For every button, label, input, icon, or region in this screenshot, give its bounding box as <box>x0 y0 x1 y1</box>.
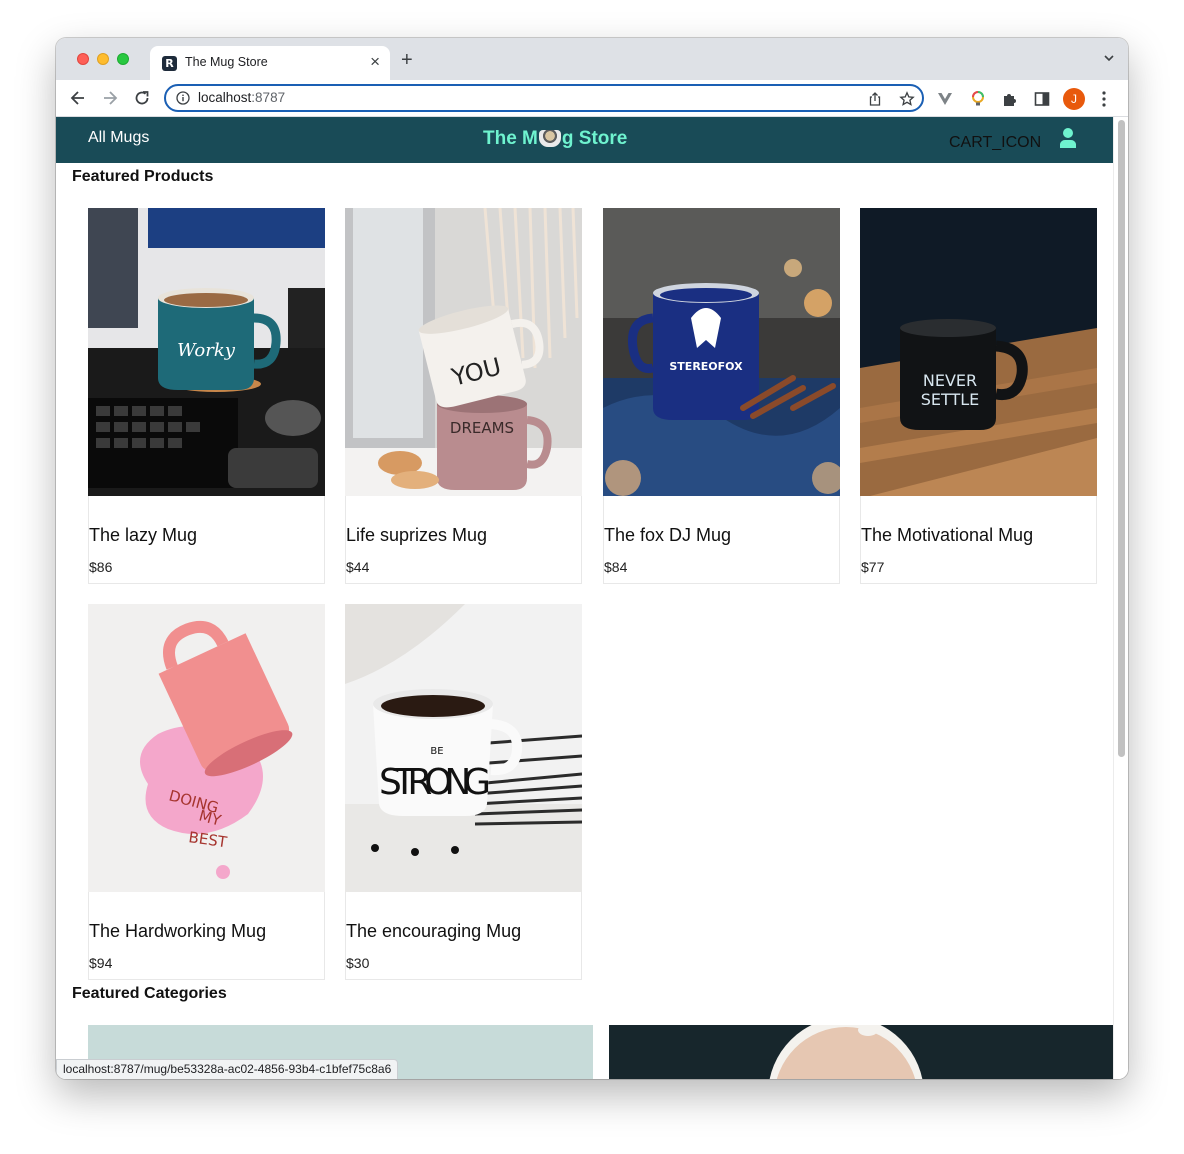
address-bar[interactable]: localhost:8787 <box>164 84 924 112</box>
site-logo[interactable]: The M g Store <box>483 128 627 150</box>
brand-text-end: g Store <box>561 128 628 149</box>
forward-arrow-icon[interactable] <box>100 88 120 108</box>
url-text[interactable]: localhost:8787 <box>198 90 285 105</box>
site-info-icon[interactable] <box>176 91 190 105</box>
mug-emoji-icon <box>538 130 561 147</box>
cart-link[interactable]: CART_ICON <box>949 134 1041 152</box>
user-icon[interactable] <box>1059 127 1077 149</box>
svg-text:BE: BE <box>430 746 443 757</box>
profile-avatar[interactable]: J <box>1063 88 1085 110</box>
side-panel-icon[interactable] <box>1033 90 1051 108</box>
product-name[interactable]: The encouraging Mug <box>346 921 521 942</box>
scrollbar-thumb[interactable] <box>1118 120 1125 757</box>
back-arrow-icon[interactable] <box>68 88 88 108</box>
new-tab-button[interactable]: + <box>401 50 413 70</box>
product-card[interactable]: DOING MY BEST The Hardworking Mug $94 <box>88 604 325 980</box>
spilled-pink-mug-photo[interactable]: DOING MY BEST <box>88 604 325 892</box>
minimize-window-button[interactable] <box>97 53 109 65</box>
black-mug-on-wood-photo[interactable]: NEVER SETTLE <box>860 208 1097 496</box>
page-scrollbar[interactable] <box>1113 117 1128 1079</box>
tab-the-mug-store[interactable]: R The Mug Store × <box>150 46 390 80</box>
svg-text:STRONG: STRONG <box>379 762 491 803</box>
tab-title: The Mug Store <box>185 55 268 69</box>
svg-text:DREAMS: DREAMS <box>450 419 514 437</box>
extensions-puzzle-icon[interactable] <box>1001 90 1019 108</box>
product-card[interactable]: BE STRONG The encouraging Mug $30 <box>345 604 582 980</box>
product-price: $44 <box>346 559 370 575</box>
site-header: All Mugs The M g Store CART_ICON <box>56 117 1113 163</box>
svg-text:NEVER: NEVER <box>923 371 977 390</box>
featured-products-title: Featured Products <box>72 168 214 185</box>
svg-text:STEREOFOX: STEREOFOX <box>669 360 743 373</box>
product-price: $30 <box>346 955 370 971</box>
vuetify-extension-icon[interactable] <box>936 90 954 108</box>
browser-menu-icon[interactable] <box>1102 89 1106 109</box>
favicon-icon: R <box>162 56 177 71</box>
product-card[interactable]: YOU DREAMS Life suprizes Mug $44 <box>345 208 582 584</box>
product-name[interactable]: The Hardworking Mug <box>89 921 266 942</box>
lightbulb-extension-icon[interactable] <box>969 90 987 108</box>
brand-text-start: The M <box>483 128 538 149</box>
all-mugs-link[interactable]: All Mugs <box>88 129 149 147</box>
product-card[interactable]: STEREOFOX The fox DJ Mug $84 <box>603 208 840 584</box>
product-price: $77 <box>861 559 885 575</box>
svg-text:Worky: Worky <box>177 340 236 361</box>
product-price: $84 <box>604 559 628 575</box>
url-port: :8787 <box>251 90 286 105</box>
category-tile[interactable] <box>609 1025 1113 1079</box>
stacked-mugs-photo[interactable]: YOU DREAMS <box>345 208 582 496</box>
product-card[interactable]: NEVER SETTLE The Motivational Mug $77 <box>860 208 1097 584</box>
featured-categories-title: Featured Categories <box>72 985 227 1002</box>
bookmark-star-icon[interactable] <box>899 91 915 107</box>
close-window-button[interactable] <box>77 53 89 65</box>
product-card[interactable]: Worky The lazy Mug $86 <box>88 208 325 584</box>
zoom-window-button[interactable] <box>117 53 129 65</box>
product-price: $94 <box>89 955 113 971</box>
teal-mug-on-desk-photo[interactable]: Worky <box>88 208 325 496</box>
close-tab-icon[interactable]: × <box>370 52 380 72</box>
url-host: localhost <box>198 90 252 105</box>
product-name[interactable]: The lazy Mug <box>89 525 197 546</box>
browser-window: R The Mug Store × + localhost:8787 J All… <box>56 38 1128 1079</box>
product-name[interactable]: The fox DJ Mug <box>604 525 731 546</box>
blue-enamel-mug-photo[interactable]: STEREOFOX <box>603 208 840 496</box>
link-status-bubble: localhost:8787/mug/be53328a-ac02-4856-93… <box>56 1059 399 1079</box>
share-icon[interactable] <box>867 91 883 107</box>
product-name[interactable]: The Motivational Mug <box>861 525 1033 546</box>
reload-icon[interactable] <box>132 88 152 108</box>
page-viewport: All Mugs The M g Store CART_ICON Featured… <box>56 117 1128 1079</box>
tab-search-chevron-icon[interactable] <box>1104 53 1114 63</box>
product-name[interactable]: Life suprizes Mug <box>346 525 487 546</box>
tab-strip: R The Mug Store × + <box>56 38 1128 80</box>
product-price: $86 <box>89 559 113 575</box>
tea-cup-photo <box>609 1025 1113 1079</box>
svg-text:SETTLE: SETTLE <box>921 390 980 409</box>
white-strong-mug-photo[interactable]: BE STRONG <box>345 604 582 892</box>
browser-toolbar: localhost:8787 J <box>56 80 1128 117</box>
